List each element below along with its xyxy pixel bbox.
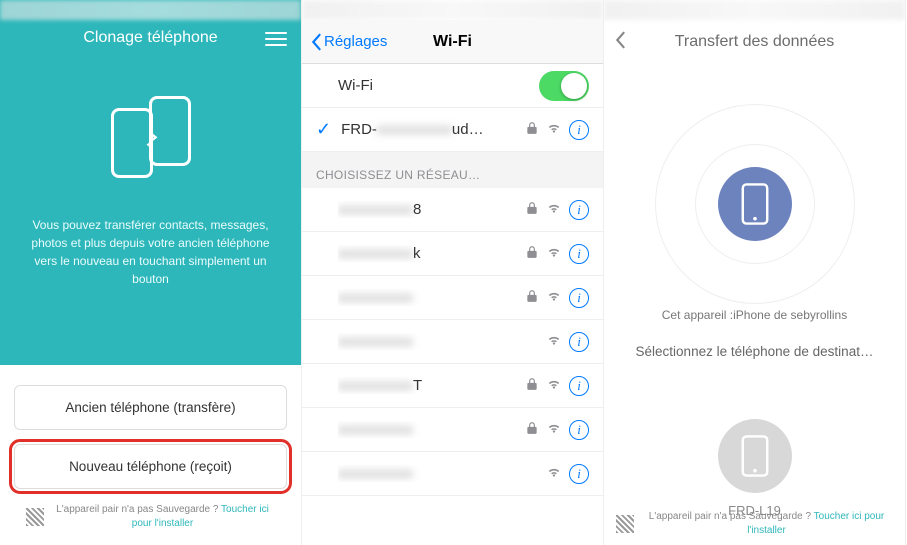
wifi-icon xyxy=(547,121,561,139)
this-device-label: Cet appareil :iPhone de sebyrollins xyxy=(604,308,905,322)
network-ssid: xxxxxxxxxx xyxy=(338,465,547,482)
info-icon[interactable]: i xyxy=(569,244,589,264)
footnote-text: L'appareil pair n'a pas Sauvegarde ? xyxy=(56,504,218,515)
wifi-icon xyxy=(547,421,561,439)
network-row[interactable]: xxxxxxxxxxk i xyxy=(302,232,603,276)
network-row[interactable]: xxxxxxxxxx i xyxy=(302,452,603,496)
qr-code-icon xyxy=(616,515,634,533)
install-footnote: L'appareil pair n'a pas Sauvegarde ? Tou… xyxy=(14,503,287,530)
action-panel: Ancien téléphone (transfère) Nouveau tél… xyxy=(0,365,301,530)
network-ssid: xxxxxxxxxxk xyxy=(338,245,525,262)
new-phone-button[interactable]: Nouveau téléphone (reçoit) xyxy=(14,444,287,489)
network-ssid: xxxxxxxxxxT xyxy=(338,377,525,394)
network-ssid: xxxxxxxxxx xyxy=(338,333,547,350)
network-row[interactable]: xxxxxxxxxxT i xyxy=(302,364,603,408)
transfer-header: Transfert des données xyxy=(604,20,905,64)
destination-device-icon xyxy=(718,419,792,493)
network-ssid: xxxxxxxxxx xyxy=(338,421,525,438)
screen-phone-clone: Clonage téléphone Vous pouvez transférer… xyxy=(0,0,302,545)
lock-icon xyxy=(525,121,539,139)
network-ssid: xxxxxxxxxx8 xyxy=(338,201,525,218)
connected-network-row[interactable]: ✓ FRD-xxxxxxxxxxud… i xyxy=(302,108,603,152)
wifi-label: Wi-Fi xyxy=(316,77,539,94)
hero-description: Vous pouvez transférer contacts, message… xyxy=(0,186,301,288)
chevron-left-icon xyxy=(614,31,626,49)
install-footnote: L'appareil pair n'a pas Sauvegarde ? Tou… xyxy=(604,510,905,537)
back-button[interactable] xyxy=(614,31,626,54)
network-row[interactable]: xxxxxxxxxx i xyxy=(302,408,603,452)
connected-ssid: FRD-xxxxxxxxxxud… xyxy=(341,121,525,138)
wifi-icon xyxy=(547,201,561,219)
network-row[interactable]: xxxxxxxxxx i xyxy=(302,276,603,320)
hero-panel: Clonage téléphone Vous pouvez transférer… xyxy=(0,0,301,365)
radar-rings xyxy=(604,104,905,304)
page-title: Wi-Fi xyxy=(433,33,472,51)
network-row[interactable]: xxxxxxxxxx8 i xyxy=(302,188,603,232)
header-title: Clonage téléphone xyxy=(83,29,217,47)
info-icon[interactable]: i xyxy=(569,200,589,220)
select-destination-prompt: Sélectionnez le téléphone de destinat… xyxy=(604,344,905,359)
info-icon[interactable]: i xyxy=(569,120,589,140)
screen-wifi-settings: Réglages Wi-Fi Wi-Fi ✓ FRD-xxxxxxxxxxud…… xyxy=(302,0,604,545)
lock-icon xyxy=(525,201,539,219)
chevron-left-icon xyxy=(310,33,322,51)
back-button[interactable]: Réglages xyxy=(310,33,387,51)
settings-header: Réglages Wi-Fi xyxy=(302,20,603,64)
info-icon[interactable]: i xyxy=(569,464,589,484)
screen-data-transfer: Transfert des données Cet appareil :iPho… xyxy=(604,0,906,545)
footnote-text: L'appareil pair n'a pas Sauvegarde ? xyxy=(649,511,811,522)
qr-code-icon xyxy=(26,508,44,526)
status-bar xyxy=(302,0,603,20)
network-list: xxxxxxxxxx8ixxxxxxxxxxkixxxxxxxxxxixxxxx… xyxy=(302,188,603,496)
info-icon[interactable]: i xyxy=(569,420,589,440)
network-ssid: xxxxxxxxxx xyxy=(338,289,525,306)
wifi-icon xyxy=(547,333,561,351)
transfer-arrows-icon xyxy=(141,130,163,152)
wifi-icon xyxy=(547,289,561,307)
clone-illustration xyxy=(0,96,301,186)
destination-device[interactable]: FRD-L19 xyxy=(604,419,905,518)
lock-icon xyxy=(525,421,539,439)
lock-icon xyxy=(525,245,539,263)
wifi-toggle-row: Wi-Fi xyxy=(302,64,603,108)
choose-network-header: CHOISISSEZ UN RÉSEAU… xyxy=(302,152,603,188)
wifi-icon xyxy=(547,465,561,483)
info-icon[interactable]: i xyxy=(569,376,589,396)
wifi-icon xyxy=(547,377,561,395)
app-header: Clonage téléphone xyxy=(0,20,301,56)
lock-icon xyxy=(525,289,539,307)
old-phone-button[interactable]: Ancien téléphone (transfère) xyxy=(14,385,287,430)
status-bar xyxy=(604,0,905,20)
page-title: Transfert des données xyxy=(675,33,835,51)
menu-icon[interactable] xyxy=(265,28,287,50)
wifi-toggle[interactable] xyxy=(539,71,589,101)
back-label: Réglages xyxy=(324,33,387,50)
checkmark-icon: ✓ xyxy=(316,119,331,140)
network-row[interactable]: xxxxxxxxxx i xyxy=(302,320,603,364)
info-icon[interactable]: i xyxy=(569,332,589,352)
info-icon[interactable]: i xyxy=(569,288,589,308)
wifi-icon xyxy=(547,245,561,263)
status-bar xyxy=(0,0,301,20)
lock-icon xyxy=(525,377,539,395)
